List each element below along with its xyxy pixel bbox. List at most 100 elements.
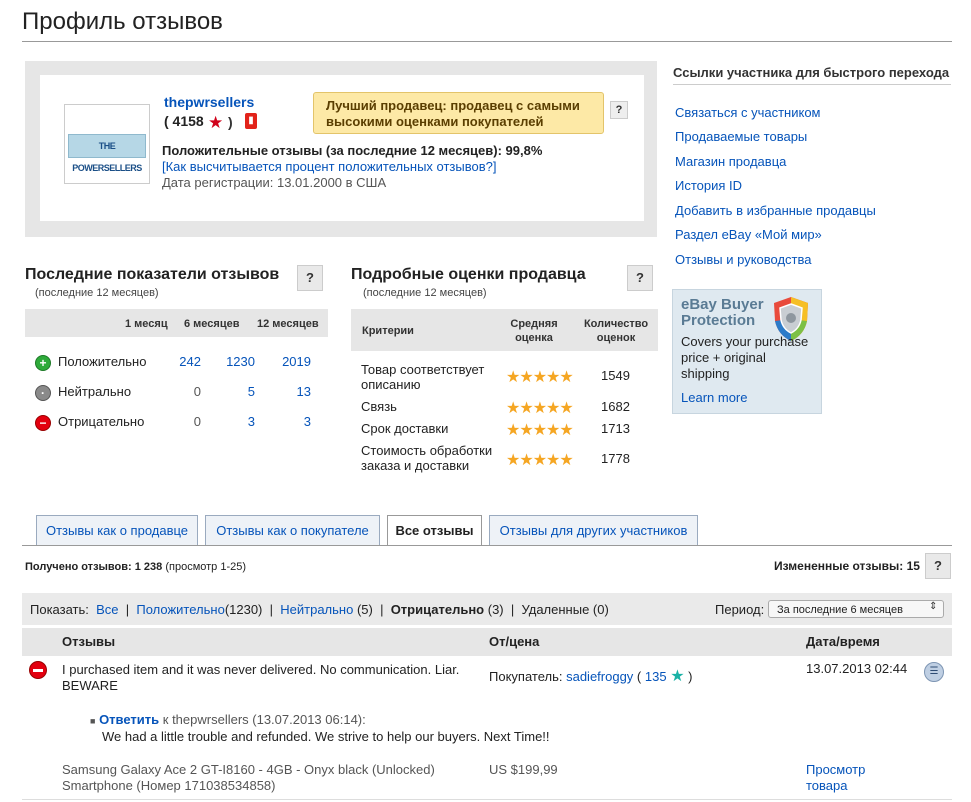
quick-link-add-favorite[interactable]: Добавить в избранные продавцы [675, 203, 876, 218]
star-rating-icon: ★★★★★ [506, 369, 574, 386]
buyer-protection-title: eBay Buyer Protection [681, 296, 764, 329]
feedback-received-count: Получено отзывов: 1 238 [25, 561, 163, 573]
period-label: Период: [715, 602, 765, 617]
seller-logo[interactable]: THE POWERSELLERS [68, 134, 146, 173]
criterion-communication: Связь [361, 399, 397, 414]
buyer-protection-text: Covers your purchase price + original sh… [681, 334, 809, 381]
seller-username[interactable]: thepwrsellers [164, 94, 254, 110]
filter-neutral-count: (5) [356, 602, 373, 617]
neutral-6-months[interactable]: 5 [215, 384, 255, 399]
star-rating-icon: ★★★★★ [506, 422, 574, 439]
filter-negative-count: (3) [487, 602, 504, 617]
count-item-as-described: 1549 [601, 368, 630, 383]
reply-text: We had a little trouble and refunded. We… [102, 729, 550, 744]
tab-left-for-others[interactable]: Отзывы для других участников [489, 515, 698, 545]
negative-label: Отрицательно [58, 414, 145, 429]
filter-removed: Удаленные (0) [521, 602, 609, 617]
how-calculated-link[interactable]: [Как высчитывается процент положительных… [162, 159, 496, 174]
column-12-months: 12 месяцев [257, 318, 319, 330]
detailed-ratings-help-button[interactable]: ? [627, 265, 653, 291]
tab-as-seller[interactable]: Отзывы как о продавце [36, 515, 198, 545]
column-rating-count: Количество оценок [583, 318, 649, 344]
negative-6-months[interactable]: 3 [215, 414, 255, 429]
learn-more-link[interactable]: Learn more [681, 390, 747, 405]
filter-negative-selected: Отрицательно [390, 602, 485, 617]
criterion-item-as-described: Товар соответствует описанию [361, 362, 485, 392]
teal-star-icon[interactable]: ★ [670, 668, 684, 685]
negative-feedback-icon [29, 661, 47, 679]
column-1-month: 1 месяц [125, 318, 168, 330]
neutral-12-months[interactable]: 13 [271, 384, 311, 399]
neutral-1-month: 0 [193, 384, 201, 399]
negative-icon: − [35, 415, 51, 431]
neutral-icon: · [35, 385, 51, 401]
feedback-filter: Показать: Все | Положительно(1230) | Ней… [30, 602, 609, 617]
quick-link-my-world[interactable]: Раздел eBay «Мой мир» [675, 227, 822, 242]
criterion-shipping-time: Срок доставки [361, 421, 449, 436]
item-title: Samsung Galaxy Ace 2 GT-I8160 - 4GB - On… [62, 762, 435, 793]
tab-as-buyer[interactable]: Отзывы как о покупателе [205, 515, 380, 545]
quick-link-items-for-sale[interactable]: Продаваемые товары [675, 129, 807, 144]
buyer-username-link[interactable]: sadiefroggy [566, 669, 633, 684]
count-shipping-time: 1713 [601, 421, 630, 436]
changed-feedback-help-button[interactable]: ? [925, 553, 951, 579]
positive-1-month[interactable]: 242 [161, 354, 201, 369]
column-average-rating: Средняя оценка [510, 318, 558, 344]
feedback-score-close: ) [228, 114, 233, 130]
quick-link-store[interactable]: Магазин продавца [675, 154, 786, 169]
positive-12-months[interactable]: 2019 [271, 354, 311, 369]
filter-positive-link[interactable]: Положительно [136, 602, 224, 617]
filter-separator: | [269, 602, 274, 617]
report-icon[interactable]: ☰ [924, 662, 944, 682]
item-price: US $199,99 [489, 762, 558, 777]
member-since: Дата регистрации: 13.01.2000 в США [162, 175, 387, 190]
red-star-icon[interactable]: ★ [208, 113, 223, 133]
star-rating-icon: ★★★★★ [506, 452, 574, 469]
quick-link-reviews-guides[interactable]: Отзывы и руководства [675, 252, 812, 267]
feedback-score: ( 4158 [164, 113, 204, 129]
column-6-months: 6 месяцев [184, 318, 240, 330]
negative-12-months[interactable]: 3 [271, 414, 311, 429]
reply-link[interactable]: Ответить [99, 712, 159, 727]
power-seller-icon[interactable]: ▮ [245, 113, 257, 129]
feedback-date: 13.07.2013 02:44 [806, 661, 908, 676]
quick-link-contact[interactable]: Связаться с участником [675, 105, 820, 120]
feedback-comment: I purchased item and it was never delive… [62, 662, 460, 693]
view-item-link[interactable]: Просмотр товара [806, 762, 886, 794]
recent-ratings-title: Последние показатели отзывов [25, 266, 280, 283]
filter-show-label: Показать: [30, 602, 89, 617]
quick-links-title: Ссылки участника для быстрого перехода [673, 65, 950, 80]
row-divider [22, 799, 952, 800]
column-date-time: Дата/время [806, 634, 880, 649]
quick-links-divider [673, 84, 951, 85]
recent-ratings-subtitle: (последние 12 месяцев) [35, 287, 159, 299]
quick-link-id-history[interactable]: История ID [675, 178, 742, 193]
positive-icon: + [35, 355, 51, 371]
filter-all-link[interactable]: Все [96, 602, 118, 617]
top-seller-help-button[interactable]: ? [610, 101, 628, 119]
positive-label: Положительно [58, 354, 147, 369]
reply-line: ■ Ответить к thepwrsellers (13.07.2013 0… [90, 712, 366, 727]
count-communication: 1682 [601, 399, 630, 414]
criterion-shipping-charges: Стоимость обработки заказа и доставки [361, 443, 493, 473]
recent-ratings-help-button[interactable]: ? [297, 265, 323, 291]
filter-positive-count: (1230) [224, 602, 263, 617]
tab-divider [22, 545, 952, 546]
filter-neutral-link[interactable]: Нейтрально [280, 602, 353, 617]
detailed-ratings-subtitle: (последние 12 месяцев) [363, 287, 487, 299]
column-from-price: От/цена [489, 634, 540, 649]
count-shipping-charges: 1778 [601, 451, 630, 466]
feedback-received-view: (просмотр 1-25) [165, 561, 247, 573]
positive-6-months[interactable]: 1230 [215, 354, 255, 369]
tab-all-feedback[interactable]: Все отзывы [387, 515, 482, 546]
changed-feedback-count: Измененные отзывы: 15 [774, 559, 920, 573]
neutral-label: Нейтрально [58, 384, 132, 399]
period-select[interactable]: За последние 6 месяцев [768, 600, 944, 618]
column-criteria: Критерии [362, 325, 414, 337]
chevron-updown-icon: ⇕ [929, 601, 938, 612]
star-rating-icon: ★★★★★ [506, 400, 574, 417]
buyer-score-link[interactable]: 135 [645, 669, 667, 684]
top-rated-seller-badge: Лучший продавец: продавец с самыми высок… [313, 92, 604, 134]
negative-1-month: 0 [193, 414, 201, 429]
title-divider [22, 41, 952, 42]
